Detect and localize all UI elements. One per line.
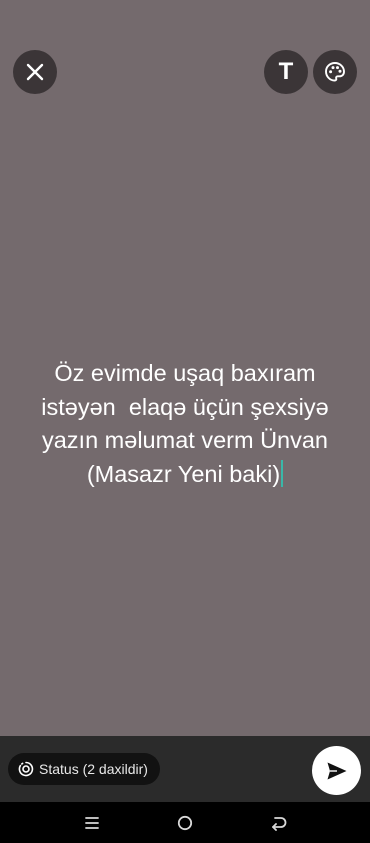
home-icon xyxy=(177,815,193,831)
send-icon xyxy=(327,762,346,779)
send-button[interactable] xyxy=(312,746,361,795)
close-icon xyxy=(26,63,44,81)
status-privacy-label: Status (2 daxildir) xyxy=(39,761,148,777)
status-text-content: Öz evimde uşaq baxıram istəyən elaqə üçü… xyxy=(41,360,329,487)
text-style-label: T xyxy=(278,58,294,85)
close-button[interactable] xyxy=(13,50,57,94)
palette-icon xyxy=(325,62,345,82)
system-nav-bar xyxy=(0,802,370,843)
home-button[interactable] xyxy=(175,813,195,833)
back-button[interactable] xyxy=(268,813,288,833)
text-cursor xyxy=(281,459,284,487)
status-composer-screen: T Öz evimde uşaq baxıram istəyən elaqə ü… xyxy=(0,0,370,843)
back-icon xyxy=(272,817,287,831)
text-style-button[interactable]: T xyxy=(264,50,308,94)
background-color-button[interactable] xyxy=(313,50,357,94)
status-ring-icon xyxy=(18,761,34,777)
recents-button[interactable] xyxy=(82,813,102,833)
recents-icon xyxy=(85,817,99,829)
status-text-editor[interactable]: Öz evimde uşaq baxıram istəyən elaqə üçü… xyxy=(20,357,350,491)
status-privacy-chip[interactable]: Status (2 daxildir) xyxy=(8,753,160,785)
bottom-bar: Status (2 daxildir) xyxy=(0,736,370,802)
